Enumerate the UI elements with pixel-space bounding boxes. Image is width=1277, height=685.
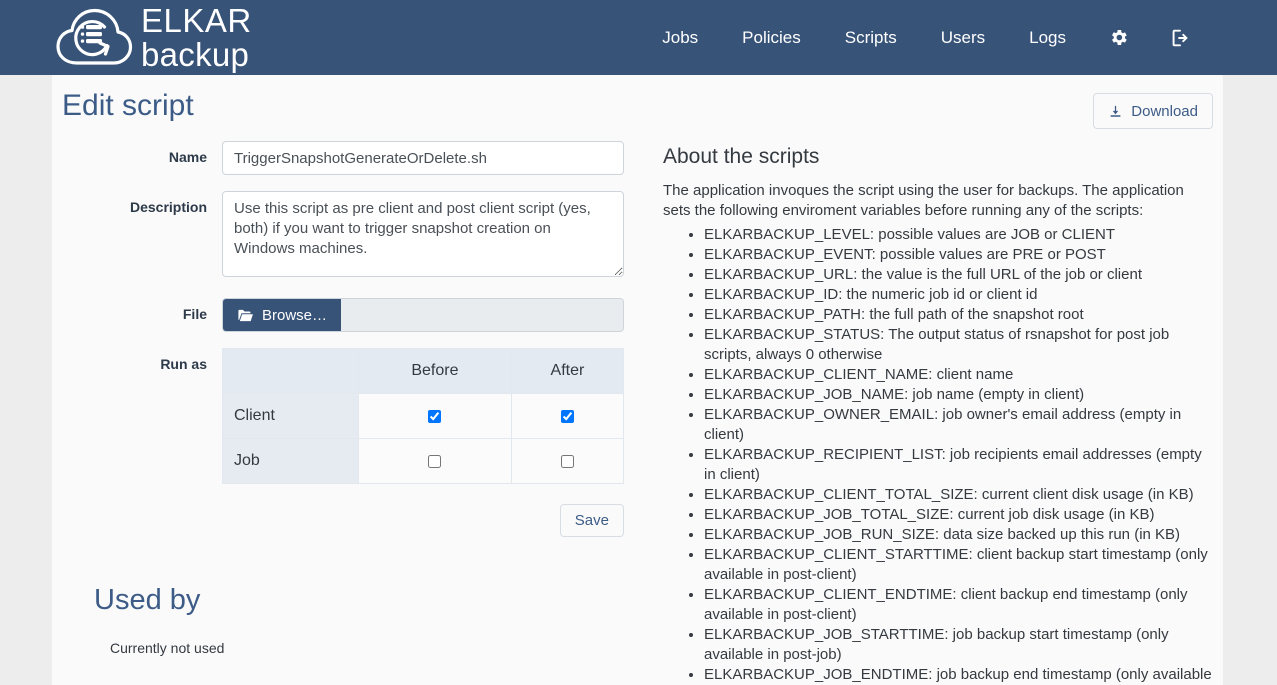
about-intro-text: The application invoques the script usin… (663, 181, 1203, 221)
runas-cell-client-before (359, 394, 512, 439)
runas-label: Run as (62, 348, 222, 372)
download-button-label: Download (1131, 103, 1198, 120)
file-form-row: File Browse… (62, 298, 652, 332)
checkbox-client-before[interactable] (428, 410, 441, 423)
content-columns: Name Description Use this script as pre … (52, 141, 1223, 685)
checkbox-job-before[interactable] (428, 455, 441, 468)
elkar-cloud-logo-icon (55, 7, 133, 69)
checkbox-client-after[interactable] (561, 410, 574, 423)
brand-name-top: ELKAR (141, 4, 252, 37)
runas-row-label-client: Client (223, 394, 359, 439)
brand-logo-link[interactable]: ELKAR backup (55, 4, 252, 71)
list-item: ELKARBACKUP_CLIENT_TOTAL_SIZE: current c… (704, 485, 1212, 505)
nav-link-policies[interactable]: Policies (720, 20, 823, 56)
nav-link-logs[interactable]: Logs (1007, 20, 1088, 56)
table-header-row: Before After (223, 349, 624, 394)
list-item: ELKARBACKUP_JOB_TOTAL_SIZE: current job … (704, 505, 1212, 525)
description-textarea[interactable]: Use this script as pre client and post c… (222, 191, 624, 277)
list-item: ELKARBACKUP_JOB_STARTTIME: job backup st… (704, 625, 1212, 665)
table-row: Job (223, 439, 624, 484)
description-form-row: Description Use this script as pre clien… (62, 191, 652, 282)
runas-cell-client-after (511, 394, 623, 439)
list-item: ELKARBACKUP_JOB_ENDTIME: job backup end … (704, 665, 1212, 685)
name-label: Name (62, 141, 222, 165)
list-item: ELKARBACKUP_STATUS: The output status of… (704, 325, 1212, 365)
page-title: Edit script (62, 89, 194, 123)
script-form: Name Description Use this script as pre … (62, 141, 652, 685)
page-content: Edit script Download Name Description (52, 75, 1223, 685)
download-icon (1108, 104, 1123, 119)
top-navbar: ELKAR backup Jobs Policies Scripts Users… (0, 0, 1277, 75)
description-label: Description (62, 191, 222, 215)
list-item: ELKARBACKUP_RECIPIENT_LIST: job recipien… (704, 445, 1212, 485)
save-button[interactable]: Save (560, 504, 624, 537)
folder-open-icon (237, 308, 254, 323)
environment-variable-list: ELKARBACKUP_LEVEL: possible values are J… (663, 225, 1212, 685)
nav-link-jobs[interactable]: Jobs (640, 20, 720, 56)
file-name-display[interactable] (341, 299, 623, 331)
download-button[interactable]: Download (1093, 93, 1213, 129)
list-item: ELKARBACKUP_CLIENT_STARTTIME: client bac… (704, 545, 1212, 585)
save-button-row: Save (222, 504, 624, 537)
list-item: ELKARBACKUP_CLIENT_NAME: client name (704, 365, 1212, 385)
list-item: ELKARBACKUP_JOB_NAME: job name (empty in… (704, 385, 1212, 405)
list-item: ELKARBACKUP_PATH: the full path of the s… (704, 305, 1212, 325)
runas-cell-job-after (511, 439, 623, 484)
list-item: ELKARBACKUP_OWNER_EMAIL: job owner's ema… (704, 405, 1212, 445)
table-row: Client (223, 394, 624, 439)
nav-links: Jobs Policies Scripts Users Logs (640, 19, 1211, 57)
page-header: Edit script Download (52, 75, 1223, 141)
runas-row-label-job: Job (223, 439, 359, 484)
about-title: About the scripts (663, 145, 1212, 169)
runas-table-body: Client Job (223, 394, 624, 484)
about-panel: About the scripts The application invoqu… (652, 141, 1212, 685)
runas-table: Before After Client (222, 348, 624, 484)
name-input[interactable] (222, 141, 624, 175)
list-item: ELKARBACKUP_JOB_RUN_SIZE: data size back… (704, 525, 1212, 545)
logout-icon[interactable] (1149, 19, 1211, 57)
browse-button[interactable]: Browse… (223, 299, 341, 331)
used-by-title: Used by (94, 584, 652, 617)
nav-link-users[interactable]: Users (919, 20, 1007, 56)
used-by-empty-text: Currently not used (110, 640, 652, 656)
brand-name-bottom: backup (141, 38, 252, 71)
name-form-row: Name (62, 141, 652, 175)
runas-col-after: After (511, 349, 623, 394)
checkbox-job-after[interactable] (561, 455, 574, 468)
file-label: File (62, 298, 222, 322)
nav-link-scripts[interactable]: Scripts (823, 20, 919, 56)
runas-col-before: Before (359, 349, 512, 394)
file-input-group: Browse… (222, 298, 624, 332)
list-item: ELKARBACKUP_ID: the numeric job id or cl… (704, 285, 1212, 305)
list-item: ELKARBACKUP_CLIENT_ENDTIME: client backu… (704, 585, 1212, 625)
runas-col-blank (223, 349, 359, 394)
list-item: ELKARBACKUP_LEVEL: possible values are J… (704, 225, 1212, 245)
list-item: ELKARBACKUP_EVENT: possible values are P… (704, 245, 1212, 265)
runas-form-row: Run as Before After Client (62, 348, 652, 484)
list-item: ELKARBACKUP_URL: the value is the full U… (704, 265, 1212, 285)
runas-cell-job-before (359, 439, 512, 484)
gear-icon[interactable] (1088, 19, 1149, 56)
runas-table-head: Before After (223, 349, 624, 394)
browse-button-label: Browse… (262, 307, 327, 324)
